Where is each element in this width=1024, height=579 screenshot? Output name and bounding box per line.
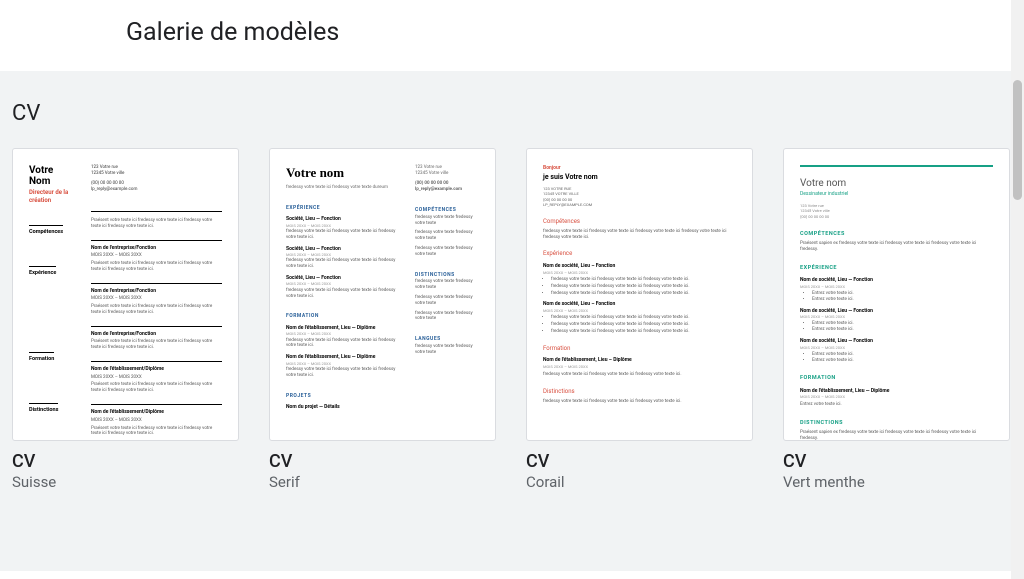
template-thumbnail: Votre nom Dessinateur industriel 123 Vot…: [783, 148, 1010, 441]
template-thumbnail: Bonjour je suis Votre nom 123 VOTRE RUE …: [526, 148, 753, 441]
template-card-vert-menthe[interactable]: Votre nom Dessinateur industriel 123 Vot…: [783, 148, 1010, 491]
preview-section: Compétences: [29, 225, 63, 236]
template-subtitle: Corail: [526, 473, 753, 491]
preview-name: Nom: [29, 176, 81, 187]
preview-section: Formation: [29, 352, 54, 363]
preview-contact: 123 Votre rue 12345 Votre ville (00) 00 …: [91, 165, 222, 193]
template-card-suisse[interactable]: Votre Nom Directeur de la création Compé…: [12, 148, 239, 491]
template-card-corail[interactable]: Bonjour je suis Votre nom 123 VOTRE RUE …: [526, 148, 753, 491]
scrollbar-thumb[interactable]: [1013, 80, 1022, 200]
preview-name: Votre nom: [286, 165, 401, 182]
gallery-header: Galerie de modèles: [0, 0, 1024, 71]
template-thumbnail: Votre nom fredessy votre texte ici frede…: [269, 148, 496, 441]
template-title: CV: [526, 451, 753, 472]
template-title: CV: [12, 451, 239, 472]
templates-row: Votre Nom Directeur de la création Compé…: [12, 148, 1012, 491]
template-title: CV: [783, 451, 1010, 472]
template-title: CV: [269, 451, 496, 472]
preview-name: Votre: [29, 165, 81, 176]
templates-area: CV Votre Nom Directeur de la création Co…: [0, 71, 1024, 571]
preview-section: Expérience: [29, 266, 56, 277]
template-subtitle: Serif: [269, 473, 496, 491]
page-title: Galerie de modèles: [126, 18, 1024, 47]
template-card-serif[interactable]: Votre nom fredessy votre texte ici frede…: [269, 148, 496, 491]
template-thumbnail: Votre Nom Directeur de la création Compé…: [12, 148, 239, 441]
template-subtitle: Vert menthe: [783, 473, 1010, 491]
scrollbar[interactable]: [1011, 0, 1024, 579]
section-title-cv: CV: [12, 101, 1012, 126]
preview-section: Distinctions: [29, 403, 58, 414]
preview-role: Directeur de la création: [29, 189, 81, 205]
template-subtitle: Suisse: [12, 473, 239, 491]
